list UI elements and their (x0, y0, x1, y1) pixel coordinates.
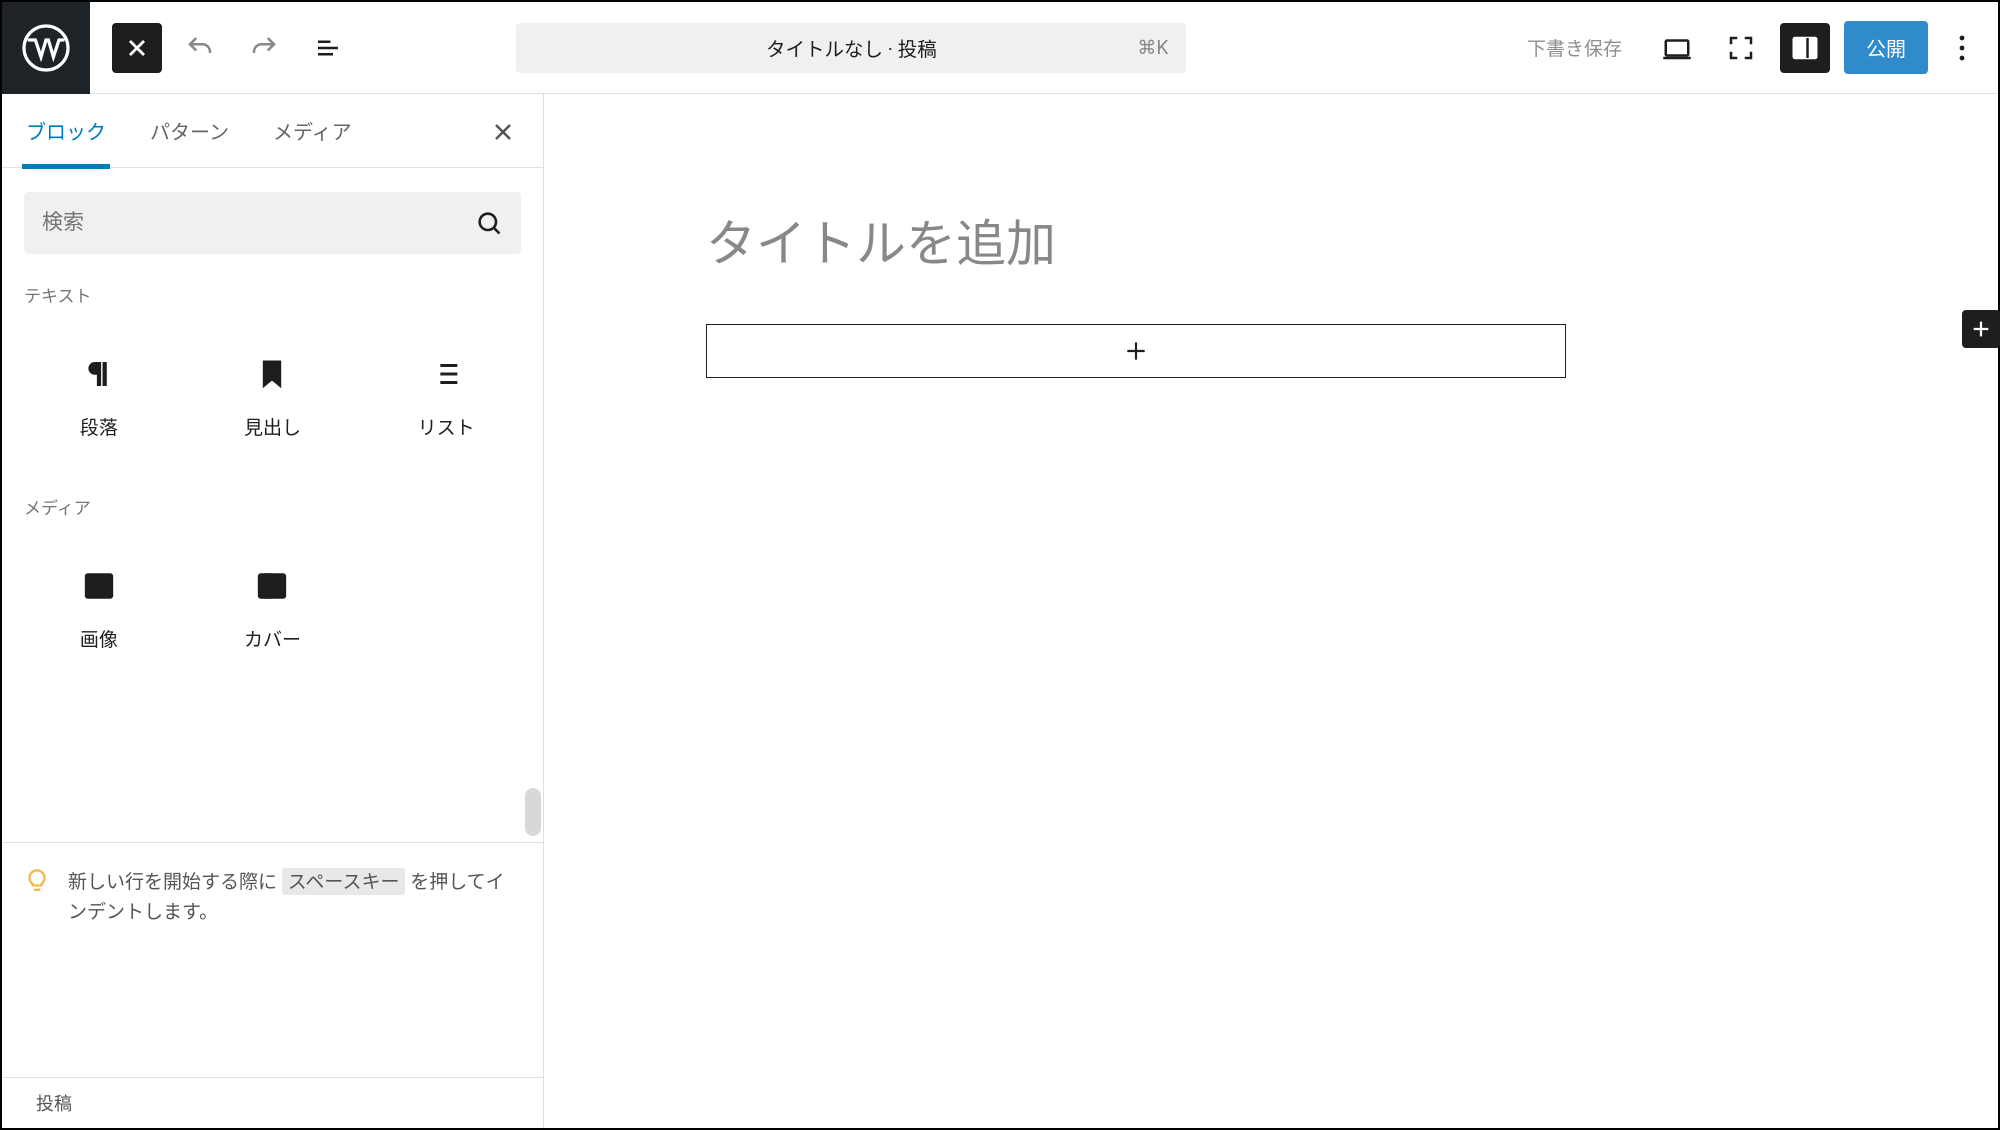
preview-button[interactable] (1652, 23, 1702, 73)
block-label: 見出し (244, 413, 301, 440)
post-type-footer: 投稿 (2, 1077, 543, 1128)
sidebar-icon (1790, 33, 1820, 63)
image-icon (82, 569, 116, 603)
post-title-input[interactable]: タイトルを追加 (706, 204, 1998, 276)
floating-add-button[interactable] (1962, 310, 2000, 348)
editor-canvas: タイトルを追加 (544, 94, 1998, 1128)
block-inserter-panel: ブロック パターン メディア テキスト 段落 (2, 94, 544, 1128)
blocks-media-grid: 画像 カバー (2, 525, 543, 696)
document-bar[interactable]: タイトルなし · 投稿 ⌘K (516, 23, 1186, 73)
undo-button[interactable] (174, 22, 226, 74)
tab-media[interactable]: メディア (269, 92, 356, 169)
search-input[interactable] (42, 211, 475, 235)
inserter-tip: 新しい行を開始する際に スペースキー を押してインデントします。 (2, 843, 543, 952)
inserter-tabs: ブロック パターン メディア (2, 94, 543, 168)
bookmark-icon (255, 357, 289, 391)
plus-icon (1123, 338, 1149, 364)
block-label: リスト (418, 413, 475, 440)
main-area: ブロック パターン メディア テキスト 段落 (2, 94, 1998, 1128)
list-icon (429, 357, 463, 391)
toggle-inserter-button[interactable] (112, 23, 162, 73)
redo-icon (249, 33, 279, 63)
block-paragraph[interactable]: 段落 (12, 333, 186, 464)
add-block-appender[interactable] (706, 324, 1566, 378)
tab-blocks[interactable]: ブロック (22, 92, 110, 169)
wordpress-logo[interactable] (2, 2, 90, 94)
fullscreen-button[interactable] (1716, 23, 1766, 73)
expand-icon (1726, 33, 1756, 63)
block-cover[interactable]: カバー (186, 545, 360, 676)
inserter-body: テキスト 段落 見出し リスト メディア (2, 168, 543, 1128)
close-icon (491, 120, 515, 144)
scrollbar-thumb[interactable] (525, 788, 541, 836)
list-view-icon (313, 33, 343, 63)
publish-button[interactable]: 公開 (1844, 21, 1928, 74)
command-shortcut: ⌘K (1137, 36, 1168, 59)
options-button[interactable] (1942, 35, 1982, 61)
block-label: 画像 (80, 625, 118, 652)
section-text-label: テキスト (2, 272, 543, 313)
block-image[interactable]: 画像 (12, 545, 186, 676)
plus-icon (1970, 318, 1992, 340)
block-label: 段落 (80, 413, 118, 440)
cover-icon (255, 569, 289, 603)
block-search[interactable] (24, 192, 521, 254)
paragraph-icon (82, 357, 116, 391)
tip-text: 新しい行を開始する際に スペースキー を押してインデントします。 (68, 867, 521, 928)
block-label: カバー (244, 625, 301, 652)
section-media-label: メディア (2, 484, 543, 525)
undo-icon (185, 33, 215, 63)
block-heading[interactable]: 見出し (186, 333, 360, 464)
document-title: タイトルなし · 投稿 (766, 33, 937, 62)
tip-kbd: スペースキー (282, 868, 406, 895)
blocks-text-grid: 段落 見出し リスト (2, 313, 543, 484)
more-vertical-icon (1959, 35, 1965, 61)
document-overview-button[interactable] (302, 22, 354, 74)
tab-patterns[interactable]: パターン (146, 92, 233, 169)
search-icon (475, 209, 503, 237)
close-inserter-button[interactable] (483, 112, 523, 152)
lightbulb-icon (24, 867, 50, 893)
close-icon (123, 34, 151, 62)
top-toolbar: タイトルなし · 投稿 ⌘K 下書き保存 公開 (2, 2, 1998, 94)
topbar-right: 下書き保存 公開 (1511, 21, 1982, 74)
block-list[interactable]: リスト (359, 333, 533, 464)
redo-button[interactable] (238, 22, 290, 74)
settings-sidebar-button[interactable] (1780, 23, 1830, 73)
save-draft-button[interactable]: 下書き保存 (1511, 24, 1638, 71)
device-icon (1662, 33, 1692, 63)
wordpress-icon (22, 24, 70, 72)
